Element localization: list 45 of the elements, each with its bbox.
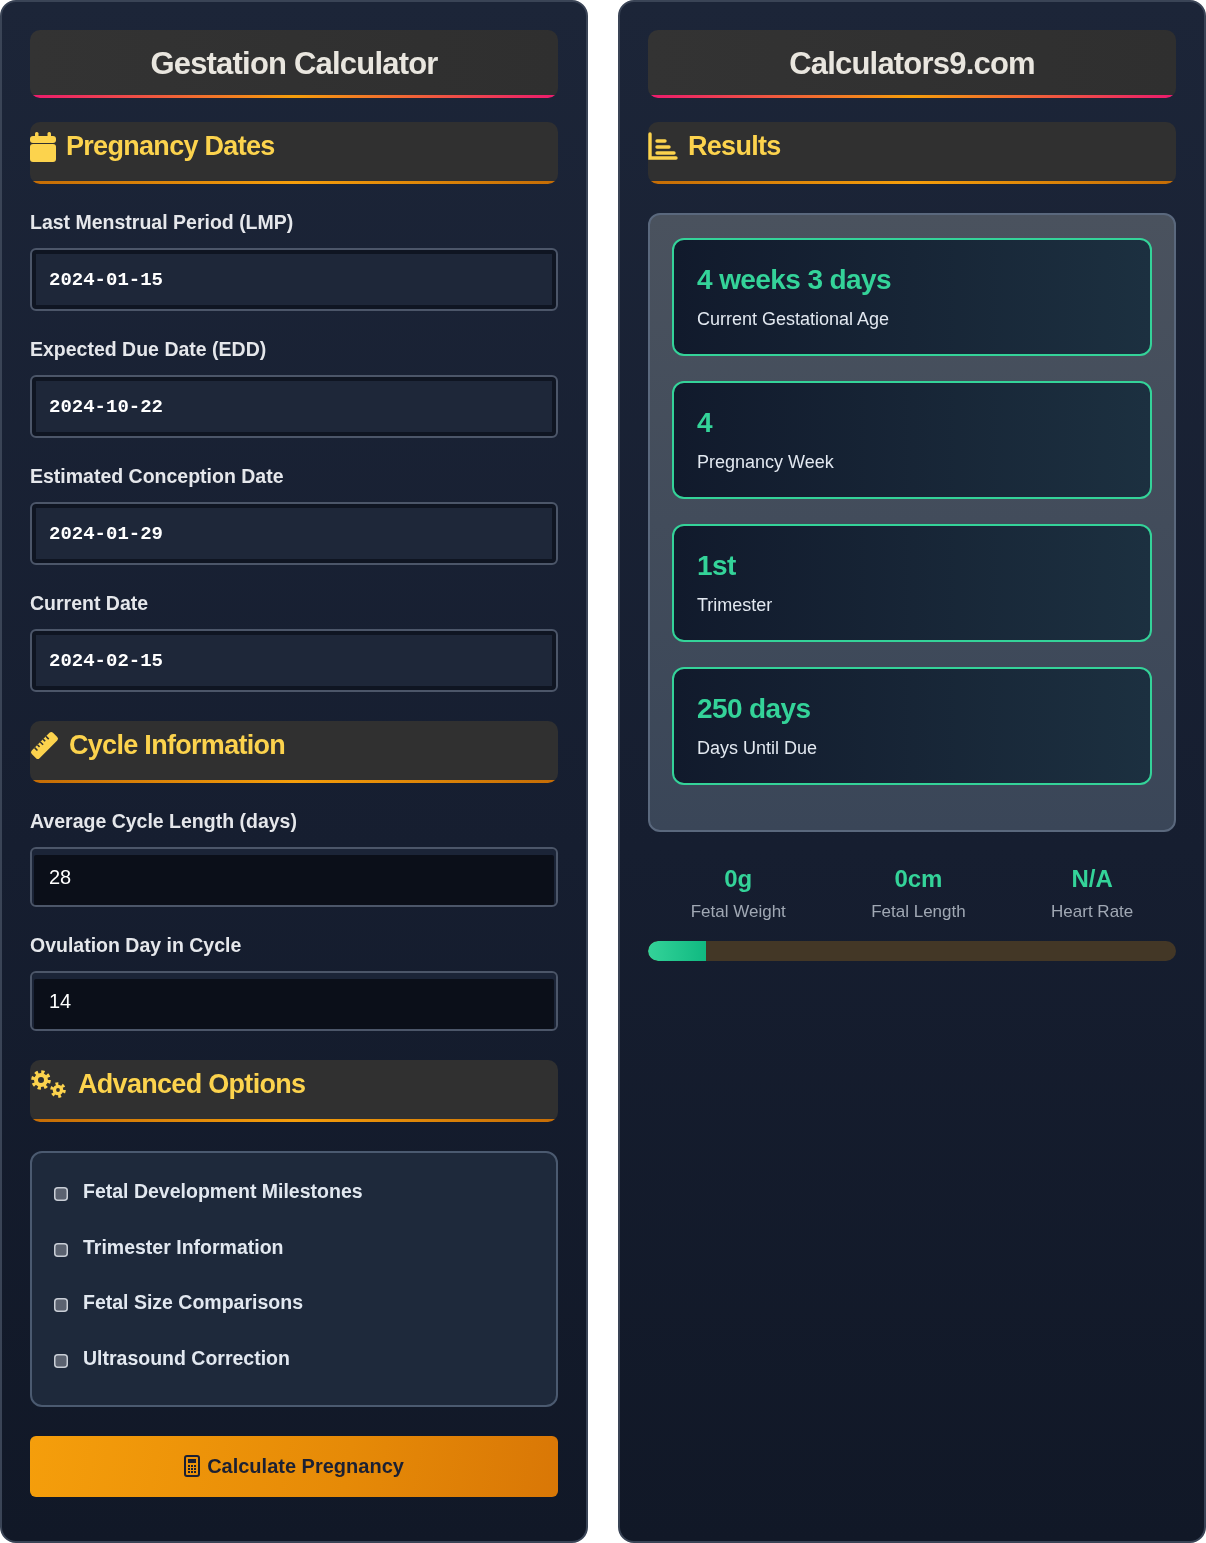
stat-label: Fetal Weight bbox=[690, 901, 786, 923]
calendar-icon bbox=[30, 132, 56, 162]
option-label: Fetal Development Milestones bbox=[83, 1179, 363, 1203]
result-label: Current Gestational Age bbox=[697, 308, 890, 330]
stat-value: 0g bbox=[724, 864, 753, 894]
result-label: Days Until Due bbox=[697, 737, 818, 759]
stat-value: N/A bbox=[1071, 864, 1113, 894]
field-label: Last Menstrual Period (LMP) bbox=[30, 210, 295, 234]
field-label: Expected Due Date (EDD) bbox=[30, 337, 268, 361]
result-value: 4 bbox=[697, 406, 712, 440]
date-input[interactable]: 2024-10-22 bbox=[30, 375, 558, 438]
checkbox[interactable] bbox=[54, 1298, 68, 1312]
bar-chart-icon bbox=[648, 132, 678, 160]
option-label: Fetal Size Comparisons bbox=[83, 1290, 303, 1314]
checkbox[interactable] bbox=[54, 1242, 68, 1257]
date-input[interactable]: 2024-02-15 bbox=[30, 629, 558, 692]
result-value: 4 weeks 3 days bbox=[697, 263, 891, 297]
checkbox[interactable] bbox=[54, 1187, 68, 1201]
section-heading: Results bbox=[688, 130, 781, 162]
gears-icon bbox=[30, 1070, 68, 1100]
field-label: Current Date bbox=[30, 591, 150, 615]
field-label: Average Cycle Length (days) bbox=[30, 809, 298, 833]
number-input[interactable]: 14 bbox=[30, 971, 558, 1031]
result-label: Trimester bbox=[697, 594, 773, 616]
app-title: Gestation Calculator bbox=[150, 46, 438, 82]
checkbox[interactable] bbox=[54, 1353, 68, 1368]
app-title: Calculators9.com bbox=[789, 46, 1035, 82]
stat-label: Heart Rate bbox=[1051, 901, 1134, 923]
calculate-button[interactable]: Calculate Pregnancy bbox=[30, 1435, 558, 1497]
result-value: 250 days bbox=[697, 692, 811, 726]
option-label: Ultrasound Correction bbox=[83, 1345, 290, 1370]
field-label: Estimated Conception Date bbox=[30, 464, 285, 488]
field-label: Ovulation Day in Cycle bbox=[30, 933, 243, 957]
option-label: Trimester Information bbox=[83, 1234, 284, 1259]
stat-label: Fetal Length bbox=[871, 901, 966, 923]
calculator-icon bbox=[184, 1455, 201, 1477]
date-input[interactable]: 2024-01-29 bbox=[30, 502, 558, 565]
section-heading: Advanced Options bbox=[78, 1068, 306, 1100]
result-label: Pregnancy Week bbox=[697, 451, 834, 473]
section-heading: Cycle Information bbox=[69, 729, 286, 761]
number-input[interactable]: 28 bbox=[30, 847, 558, 907]
result-value: 1st bbox=[697, 549, 736, 583]
date-input[interactable]: 2024-01-15 bbox=[30, 248, 558, 311]
section-heading: Pregnancy Dates bbox=[66, 130, 275, 162]
stat-value: 0cm bbox=[894, 864, 943, 894]
